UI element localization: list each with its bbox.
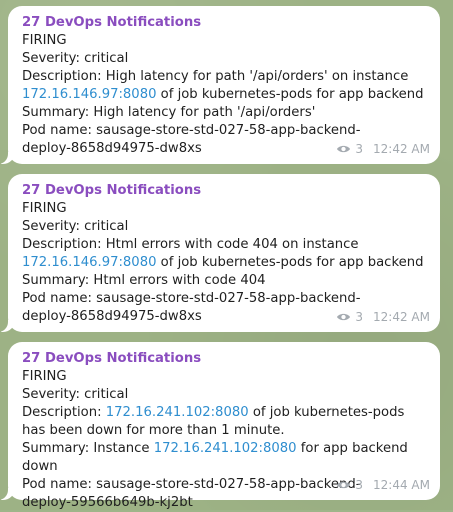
alert-description: Description: High latency for path '/api… bbox=[22, 68, 428, 104]
summary-instance-link[interactable]: 172.16.241.102:8080 bbox=[154, 441, 297, 456]
description-text: Description: bbox=[22, 405, 106, 420]
view-count: 3 bbox=[355, 310, 364, 324]
description-text: Description: Html errors with code 404 o… bbox=[22, 237, 359, 252]
message-bubble[interactable]: 27 DevOps Notifications FIRING Severity:… bbox=[0, 342, 440, 510]
message-meta: 3 12:42 AM bbox=[336, 308, 430, 326]
alert-severity: Severity: critical bbox=[22, 219, 129, 234]
alert-summary: Summary: High latency for path '/api/ord… bbox=[22, 104, 428, 122]
pod-name-line-1: Pod name: sausage-store-std-027-58-app-b… bbox=[22, 291, 361, 306]
sender-name[interactable]: 27 DevOps Notifications bbox=[22, 182, 428, 200]
eye-icon bbox=[337, 313, 351, 321]
message-meta: 3 12:44 AM bbox=[336, 476, 430, 494]
alert-severity: Severity: critical bbox=[22, 387, 129, 402]
message-time: 12:42 AM bbox=[373, 142, 430, 156]
alert-summary: Summary: Instance 172.16.241.102:8080 fo… bbox=[22, 440, 428, 476]
sender-name[interactable]: 27 DevOps Notifications bbox=[22, 350, 428, 368]
summary-text: Summary: High latency for path '/api/ord… bbox=[22, 105, 316, 120]
alert-description: Description: Html errors with code 404 o… bbox=[22, 236, 428, 272]
alert-description: Description: 172.16.241.102:8080 of job … bbox=[22, 404, 428, 440]
eye-icon bbox=[337, 481, 351, 489]
pod-name-line-2: deploy-59566b649b-kj2bt bbox=[22, 495, 193, 510]
description-text: Description: High latency for path '/api… bbox=[22, 69, 409, 84]
sender-name[interactable]: 27 DevOps Notifications bbox=[22, 14, 428, 32]
instance-link[interactable]: 172.16.241.102:8080 bbox=[106, 405, 249, 420]
alert-status: FIRING bbox=[22, 201, 67, 216]
summary-text: Summary: Instance bbox=[22, 441, 154, 456]
description-text-end: of job kubernetes-pods for app backend bbox=[156, 255, 424, 270]
eye-icon bbox=[337, 145, 351, 153]
pod-name-line-1: Pod name: sausage-store-std-027-58-app-b… bbox=[22, 123, 361, 138]
view-count: 3 bbox=[355, 142, 364, 156]
instance-link[interactable]: 172.16.146.97:8080 bbox=[22, 87, 156, 102]
alert-status: FIRING bbox=[22, 369, 67, 384]
alert-status: FIRING bbox=[22, 33, 67, 48]
message-bubble[interactable]: 27 DevOps Notifications FIRING Severity:… bbox=[0, 6, 440, 164]
alert-summary: Summary: Html errors with code 404 bbox=[22, 272, 428, 290]
description-text-end: of job kubernetes-pods for app backend bbox=[156, 87, 424, 102]
alert-severity: Severity: critical bbox=[22, 51, 129, 66]
message-bubble[interactable]: 27 DevOps Notifications FIRING Severity:… bbox=[0, 174, 440, 332]
view-count: 3 bbox=[355, 478, 364, 492]
instance-link[interactable]: 172.16.146.97:8080 bbox=[22, 255, 156, 270]
summary-text: Summary: Html errors with code 404 bbox=[22, 273, 266, 288]
message-meta: 3 12:42 AM bbox=[336, 140, 430, 158]
message-time: 12:44 AM bbox=[373, 478, 430, 492]
message-time: 12:42 AM bbox=[373, 310, 430, 324]
